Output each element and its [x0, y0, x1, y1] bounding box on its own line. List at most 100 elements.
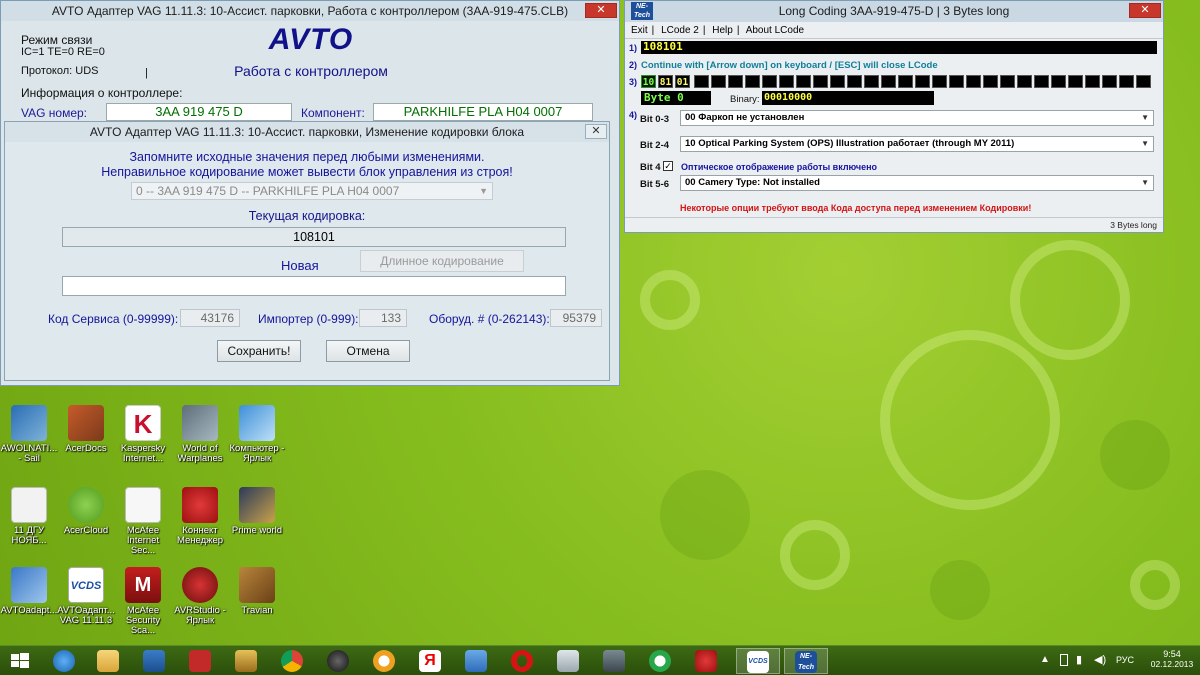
byte-cell-2[interactable]: 01: [675, 75, 690, 88]
desktop-icon-kaspersky[interactable]: K Kaspersky Internet...: [114, 405, 172, 464]
cancel-button[interactable]: Отмена: [326, 340, 410, 362]
coding-dialog: AVTO Адаптер VAG 11.11.3: 10-Ассист. пар…: [4, 121, 610, 381]
taskbar-vcds[interactable]: VCDS: [736, 648, 780, 674]
taskbar-netech[interactable]: NE- Tech: [784, 648, 828, 674]
menu-exit[interactable]: Exit: [631, 25, 648, 36]
speaker-icon: [327, 650, 349, 672]
taskbar-chrome[interactable]: [272, 648, 312, 674]
volume-icon[interactable]: ◀): [1094, 653, 1106, 666]
warning-text-2: Неправильное кодирование может вывести б…: [101, 165, 513, 179]
bit03-label: Bit 0-3: [640, 114, 670, 125]
module-select: 0 -- 3AA 919 475 D -- PARKHILFE PLA H04 …: [131, 182, 493, 200]
byte-cell-0[interactable]: 10: [641, 75, 656, 88]
equipment-field[interactable]: 95379: [550, 309, 602, 327]
taskbar-audio[interactable]: [456, 648, 496, 674]
bit56-select[interactable]: 00 Camery Type: Not installed ▼: [680, 175, 1154, 191]
taskbar-app-yellow[interactable]: [226, 648, 266, 674]
long-coding-button[interactable]: Длинное кодирование: [360, 250, 524, 272]
clock[interactable]: 9:54 02.12.2013: [1150, 649, 1194, 669]
desktop-icon-label: AcerCloud: [63, 525, 109, 536]
desktop-icon-avrstudio[interactable]: AVRStudio - Ярлык: [171, 567, 229, 626]
close-icon[interactable]: ✕: [585, 3, 617, 18]
desktop-icon-computer[interactable]: Компьютер - Ярлык: [228, 405, 286, 464]
taskbar-connect[interactable]: [686, 648, 726, 674]
new-coding-input[interactable]: [62, 276, 566, 296]
acerdocs-icon: [68, 405, 104, 441]
taskbar-ie[interactable]: [44, 648, 84, 674]
desktop-icon-awolnation[interactable]: AWOLNATI... - Sail: [0, 405, 58, 464]
close-icon[interactable]: ✕: [1129, 3, 1161, 18]
desktop-icon-label: AVTOадапт... VAG 11.11.3: [57, 605, 115, 626]
desktop-icon-label: AVTOadapt...: [0, 605, 58, 616]
coding-dialog-title: AVTO Адаптер VAG 11.11.3: 10-Ассист. пар…: [89, 125, 525, 139]
byte-cell-empty: [1000, 75, 1015, 88]
travian-icon: [239, 567, 275, 603]
avto-main-titlebar[interactable]: AVTO Адаптер VAG 11.11.3: 10-Ассист. пар…: [1, 1, 619, 21]
desktop-icon-prime-world[interactable]: Prime world: [228, 487, 286, 536]
coding-dialog-titlebar[interactable]: AVTO Адаптер VAG 11.11.3: 10-Ассист. пар…: [5, 122, 609, 142]
menu-help[interactable]: Help: [712, 25, 733, 36]
service-code-field[interactable]: 43176: [180, 309, 240, 327]
bit03-select[interactable]: 00 Фаркоп не установлен ▼: [680, 110, 1154, 126]
bit24-select[interactable]: 10 Optical Parking System (OPS) Illustra…: [680, 136, 1154, 152]
desktop-icon-excel-doc[interactable]: 11 ДГУ НОЯБ...: [0, 487, 58, 546]
desktop-icon-mcafee-security[interactable]: M McAfee Security Sca...: [114, 567, 172, 636]
save-button[interactable]: Сохранить!: [217, 340, 301, 362]
yandex-icon: Я: [419, 650, 441, 672]
taskbar-mail[interactable]: [364, 648, 404, 674]
taskbar-media[interactable]: [318, 648, 358, 674]
menu-lcode2[interactable]: LCode 2: [661, 25, 699, 36]
desktop-icon-acercloud[interactable]: AcerCloud: [57, 487, 115, 536]
mail-icon: [373, 650, 395, 672]
status-bar: 3 Bytes long: [625, 217, 1163, 232]
network-signal-icon[interactable]: ▮: [1076, 653, 1082, 666]
taskbar-calculator[interactable]: [548, 648, 588, 674]
warplanes-icon: [182, 405, 218, 441]
desktop-icon-mcafee-internet[interactable]: McAfee Internet Sec...: [114, 487, 172, 556]
kaspersky-icon: K: [125, 405, 161, 441]
byte-cell-empty: [830, 75, 845, 88]
chevron-down-icon: ▼: [1141, 139, 1149, 148]
bit4-checkbox[interactable]: ✓: [663, 161, 673, 171]
desktop-icon-connect-manager[interactable]: Коннект Менеджер: [171, 487, 229, 546]
service-code-label: Код Сервиса (0-99999):: [48, 312, 179, 326]
start-button[interactable]: [0, 648, 40, 674]
avto-subtitle: Работа с контроллером: [234, 63, 388, 79]
taskbar: Я VCDS NE- Tech ▲ ▮ ◀) РУС 9:54 02.12.201…: [0, 645, 1200, 675]
taskbar-explorer[interactable]: [88, 648, 128, 674]
taskbar-yandex[interactable]: Я: [410, 648, 450, 674]
step-4-label: 4): [629, 110, 638, 120]
coding-string-field[interactable]: 108101: [641, 41, 1157, 54]
language-indicator[interactable]: РУС: [1116, 655, 1134, 665]
long-coding-titlebar[interactable]: NE-Tech Long Coding 3AA-919-475-D | 3 By…: [625, 1, 1163, 22]
taskbar-opera[interactable]: [502, 648, 542, 674]
vag-number-label: VAG номер:: [21, 106, 88, 120]
bit56-label: Bit 5-6: [640, 179, 670, 190]
avto-logo: AVTO: [268, 23, 354, 56]
long-coding-menubar: Exit | LCode 2 | Help | About LCode: [625, 22, 1163, 39]
byte-cell-empty: [1051, 75, 1066, 88]
taskbar-tanks[interactable]: [594, 648, 634, 674]
desktop-icon-warplanes[interactable]: World of Warplanes: [171, 405, 229, 464]
chevron-down-icon: ▼: [479, 186, 488, 196]
menu-about[interactable]: About LCode: [746, 25, 804, 36]
importer-field[interactable]: 133: [359, 309, 407, 327]
installer-icon: [11, 567, 47, 603]
close-icon[interactable]: ✕: [585, 124, 607, 139]
desktop-icon-acerdocs[interactable]: AcerDocs: [57, 405, 115, 454]
byte-cell-1[interactable]: 81: [658, 75, 673, 88]
taskbar-app-blue[interactable]: [134, 648, 174, 674]
byte-cell-empty: [864, 75, 879, 88]
battery-icon[interactable]: [1060, 654, 1068, 666]
ne-tech-icon: NE-Tech: [795, 651, 817, 673]
desktop-icon-vcds[interactable]: VCDS AVTOадапт... VAG 11.11.3: [57, 567, 115, 626]
desktop-icon-avtoadapter[interactable]: AVTOadapt...: [0, 567, 58, 616]
desktop-icon-label: Коннект Менеджер: [176, 525, 224, 546]
chevron-down-icon: ▼: [1141, 113, 1149, 122]
desktop-icon-label: AWOLNATI... - Sail: [0, 443, 58, 464]
controller-info-label: Информация о контроллере:: [21, 86, 183, 100]
tray-chevron-up-icon[interactable]: ▲: [1040, 654, 1050, 665]
desktop-icon-travian[interactable]: Travian: [228, 567, 286, 616]
taskbar-at[interactable]: [640, 648, 680, 674]
taskbar-power[interactable]: [180, 648, 220, 674]
